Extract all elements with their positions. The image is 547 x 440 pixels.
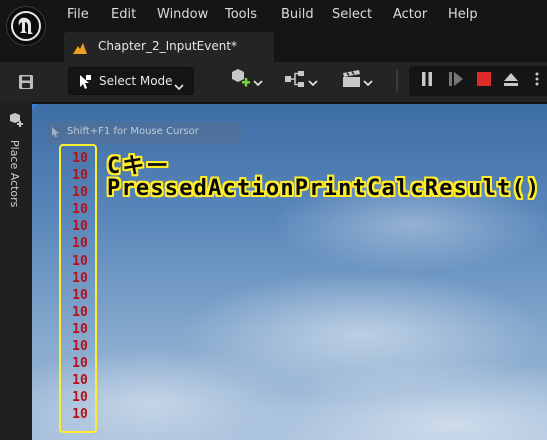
stop-icon <box>476 71 492 91</box>
chevron-down-icon <box>308 72 318 91</box>
menu-actor[interactable]: Actor <box>393 7 427 22</box>
pause-button[interactable] <box>417 71 437 91</box>
add-actor-button[interactable] <box>226 69 266 93</box>
menu-edit[interactable]: Edit <box>111 7 136 22</box>
place-actors-tab[interactable]: Place Actors <box>8 140 21 207</box>
menu-build[interactable]: Build <box>281 7 314 22</box>
viewport-active-indicator <box>32 104 38 110</box>
menu-file[interactable]: File <box>67 7 89 22</box>
add-actor-icon <box>229 68 253 94</box>
select-mode-label: Select Mode <box>99 74 173 88</box>
chevron-down-icon <box>174 76 184 95</box>
level-viewport[interactable]: Shift+F1 for Mouse Cursor 10 10 10 10 10 10 10… <box>32 104 547 440</box>
more-options-button[interactable] <box>529 71 545 91</box>
save-icon[interactable] <box>16 72 36 92</box>
menu-tools[interactable]: Tools <box>225 7 257 22</box>
eject-button[interactable] <box>501 71 521 91</box>
toolbar-grip <box>394 68 400 94</box>
menu-bar: File Edit Window Tools Build Select Acto… <box>0 0 547 30</box>
chevron-down-icon <box>253 72 263 91</box>
level-tab[interactable]: Chapter_2_InputEvent* <box>64 32 274 62</box>
eject-icon <box>503 71 519 91</box>
place-actors-icon <box>8 112 24 134</box>
mouse-cursor-hint-text: Shift+F1 for Mouse Cursor <box>67 126 199 137</box>
select-mode-icon <box>78 74 92 94</box>
mouse-cursor-icon <box>52 127 59 137</box>
blueprint-button[interactable] <box>281 69 321 93</box>
stop-button[interactable] <box>474 71 494 91</box>
menu-select[interactable]: Select <box>332 7 372 22</box>
unreal-logo-icon[interactable] <box>6 6 46 46</box>
select-mode-dropdown[interactable]: Select Mode <box>68 67 194 95</box>
chevron-down-icon <box>363 72 373 91</box>
cinematics-icon <box>341 70 363 92</box>
level-tab-label: Chapter_2_InputEvent* <box>98 39 238 53</box>
play-controls <box>409 66 547 96</box>
pause-icon <box>420 71 434 91</box>
frame-skip-icon <box>448 71 464 91</box>
menu-help[interactable]: Help <box>448 7 478 22</box>
cinematics-button[interactable] <box>337 69 377 93</box>
blueprint-icon <box>284 70 308 92</box>
mouse-cursor-hint: Shift+F1 for Mouse Cursor <box>47 122 241 144</box>
document-tab-bar: Chapter_2_InputEvent* <box>0 30 547 62</box>
caption-function-name: PressedActionPrintCalcResult() <box>107 176 541 201</box>
more-options-icon <box>535 71 539 91</box>
frame-skip-button[interactable] <box>446 71 466 91</box>
level-tab-icon <box>72 40 88 59</box>
log-highlight-box <box>59 144 97 433</box>
menu-window[interactable]: Window <box>157 7 208 22</box>
